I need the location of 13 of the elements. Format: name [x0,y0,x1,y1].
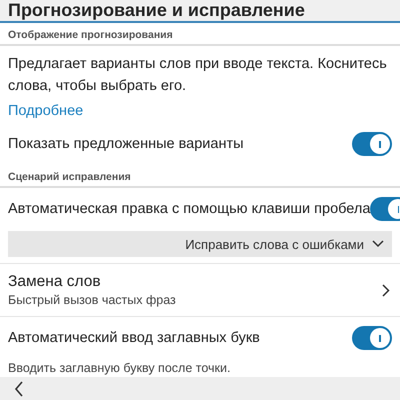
more-link[interactable]: Подробнее [8,103,84,119]
setting-label: Показать предложенные варианты [8,136,244,152]
setting-label: Автоматический ввод заглавных букв [8,330,260,346]
screen-title: Прогнозирование и исправление [8,0,305,21]
section-header: Сценарий исправления [8,170,131,182]
description-text: Предлагает варианты слов при вводе текста. Коснитесь слова, чтобы выбрать его. [8,55,388,96]
item-title: Замена слов [8,273,102,291]
item-subtitle: Быстрый вызов частых фраз [8,293,176,307]
hint-text: Вводить заглавную букву после точки. [8,361,230,375]
dropdown-button[interactable]: Исправить слова с ошибками [8,231,392,257]
list-item[interactable]: Замена слов Быстрый вызов частых фраз [0,264,400,317]
section-header: Отображение прогнозирования [8,28,173,40]
setting-label: Автоматическая правка с помощью клавиши пробела [8,201,370,217]
